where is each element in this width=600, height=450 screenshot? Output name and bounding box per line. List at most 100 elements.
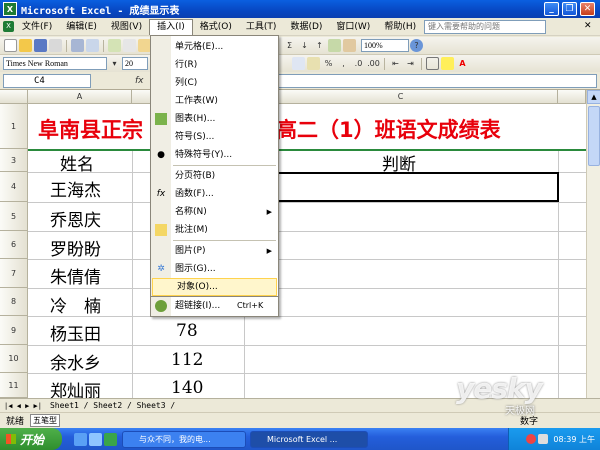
row-header-1[interactable]: 1: [0, 104, 28, 149]
taskbar-item-browser[interactable]: 与众不同，我的电...: [122, 430, 246, 448]
cut-icon[interactable]: [123, 39, 136, 52]
menu-item-columns[interactable]: 列(C): [151, 74, 278, 92]
menu-item-name[interactable]: 名称(N) ▶: [151, 203, 278, 221]
ime-indicator[interactable]: 五笔型: [30, 414, 61, 427]
doc-icon[interactable]: X: [3, 21, 14, 32]
font-size-select[interactable]: 20: [122, 57, 148, 70]
open-icon[interactable]: [19, 39, 32, 52]
menu-item-hyperlink[interactable]: 超链接(I)... Ctrl+K: [151, 297, 278, 315]
menu-item-special-symbol[interactable]: ● 特殊符号(Y)...: [151, 146, 278, 164]
decrease-indent-icon[interactable]: ⇤: [389, 57, 402, 70]
sum-icon[interactable]: Σ: [283, 39, 296, 52]
sort-asc-icon[interactable]: ↓: [298, 39, 311, 52]
maximize-button[interactable]: ❐: [562, 2, 577, 16]
row-header-3[interactable]: 3: [0, 149, 28, 172]
row-header-5[interactable]: 5: [0, 202, 28, 231]
increase-decimal-icon[interactable]: .0: [352, 57, 365, 70]
row-header-11[interactable]: 11: [0, 373, 28, 398]
decrease-decimal-icon[interactable]: .00: [367, 57, 380, 70]
fill-color-icon[interactable]: [441, 57, 454, 70]
sort-desc-icon[interactable]: ↑: [313, 39, 326, 52]
menu-item-object[interactable]: 对象(O)...: [152, 278, 277, 296]
menu-item-diagram[interactable]: ✲ 图示(G)...: [151, 260, 278, 278]
menu-tools[interactable]: 工具(T): [239, 19, 284, 35]
name-cell[interactable]: 朱倩倩: [50, 263, 101, 288]
menu-item-picture[interactable]: 图片(P) ▶: [151, 242, 278, 260]
column-header-c[interactable]: C: [244, 90, 558, 104]
spelling-icon[interactable]: [108, 39, 121, 52]
name-cell[interactable]: 余水乡: [50, 349, 101, 374]
worksheet-grid[interactable]: A B C 1 3 4 5 6 7 8 9 10 11 阜南县正宗 高二（1）班…: [0, 90, 586, 398]
permission-icon[interactable]: [49, 39, 62, 52]
font-color-icon[interactable]: A: [456, 57, 469, 70]
name-box[interactable]: C4: [3, 73, 91, 88]
new-icon[interactable]: [4, 39, 17, 52]
sheet-tabs[interactable]: Sheet1 / Sheet2 / Sheet3 /: [46, 401, 179, 410]
menu-item-page-break[interactable]: 分页符(B): [151, 167, 278, 185]
minimize-button[interactable]: _: [544, 2, 559, 16]
menu-window[interactable]: 窗口(W): [329, 19, 377, 35]
start-button[interactable]: 开始: [0, 428, 62, 450]
font-name-select[interactable]: Times New Roman: [3, 57, 107, 70]
menu-item-chart[interactable]: 图表(H)...: [151, 110, 278, 128]
help-icon[interactable]: ?: [410, 39, 423, 52]
tab-navigation[interactable]: |◀ ◀ ▶ ▶|: [0, 402, 46, 410]
menu-data[interactable]: 数据(D): [283, 19, 329, 35]
menu-item-comment[interactable]: 批注(M): [151, 221, 278, 239]
row-header-9[interactable]: 9: [0, 316, 28, 345]
name-cell[interactable]: 王海杰: [50, 176, 101, 201]
name-cell[interactable]: 罗盼盼: [50, 235, 101, 260]
row-header-7[interactable]: 7: [0, 259, 28, 288]
selected-cell-c4[interactable]: [244, 172, 559, 202]
quicklaunch-icon[interactable]: [89, 432, 102, 446]
doc-close-button[interactable]: ✕: [584, 21, 592, 31]
excel-app-icon[interactable]: X: [3, 2, 17, 16]
chart-wizard-icon[interactable]: [328, 39, 341, 52]
name-cell[interactable]: 杨玉田: [50, 320, 101, 345]
fx-icon[interactable]: fx: [135, 76, 144, 86]
drawing-icon[interactable]: [343, 39, 356, 52]
column-header-a[interactable]: A: [28, 90, 132, 104]
tray-icon[interactable]: [526, 434, 537, 444]
row-header-8[interactable]: 8: [0, 288, 28, 316]
menu-item-worksheet[interactable]: 工作表(W): [151, 92, 278, 110]
preview-icon[interactable]: [86, 39, 99, 52]
vertical-scrollbar[interactable]: ▲: [586, 90, 600, 398]
comma-icon[interactable]: ,: [337, 57, 350, 70]
zoom-select[interactable]: 100%: [361, 39, 409, 52]
score-cell[interactable]: 140: [171, 378, 203, 398]
row-header-4[interactable]: 4: [0, 172, 28, 202]
menu-item-function[interactable]: fx 函数(F)...: [151, 185, 278, 203]
scroll-up-icon[interactable]: ▲: [587, 90, 600, 104]
ie-icon[interactable]: [74, 432, 87, 446]
row-header-6[interactable]: 6: [0, 231, 28, 259]
menu-insert[interactable]: 插入(I): [149, 18, 193, 35]
increase-indent-icon[interactable]: ⇥: [404, 57, 417, 70]
column-header-d[interactable]: [558, 90, 586, 104]
menu-item-cells[interactable]: 单元格(E)...: [151, 38, 278, 56]
name-cell[interactable]: 乔恩庆: [50, 206, 101, 231]
menu-help[interactable]: 帮助(H): [377, 19, 423, 35]
borders-icon[interactable]: [426, 57, 439, 70]
score-cell[interactable]: 78: [176, 321, 198, 341]
merge-center-icon[interactable]: [292, 57, 305, 70]
select-all-corner[interactable]: [0, 90, 28, 104]
currency-icon[interactable]: [307, 57, 320, 70]
name-cell[interactable]: 郑灿丽: [50, 377, 101, 398]
menu-edit[interactable]: 编辑(E): [59, 19, 104, 35]
save-icon[interactable]: [34, 39, 47, 52]
print-icon[interactable]: [71, 39, 84, 52]
close-button[interactable]: ✕: [580, 2, 595, 16]
menu-file[interactable]: 文件(F): [15, 19, 59, 35]
scroll-thumb[interactable]: [588, 106, 600, 166]
font-dropdown-icon[interactable]: ▾: [108, 57, 121, 70]
menu-view[interactable]: 视图(V): [104, 19, 149, 35]
tray-icon[interactable]: [538, 434, 549, 444]
row-header-10[interactable]: 10: [0, 345, 28, 373]
menu-item-symbol[interactable]: 符号(S)...: [151, 128, 278, 146]
percent-icon[interactable]: %: [322, 57, 335, 70]
taskbar-item-excel[interactable]: Microsoft Excel ...: [250, 430, 368, 448]
menu-item-rows[interactable]: 行(R): [151, 56, 278, 74]
name-cell[interactable]: 冷 楠: [50, 292, 101, 317]
menu-format[interactable]: 格式(O): [193, 19, 239, 35]
